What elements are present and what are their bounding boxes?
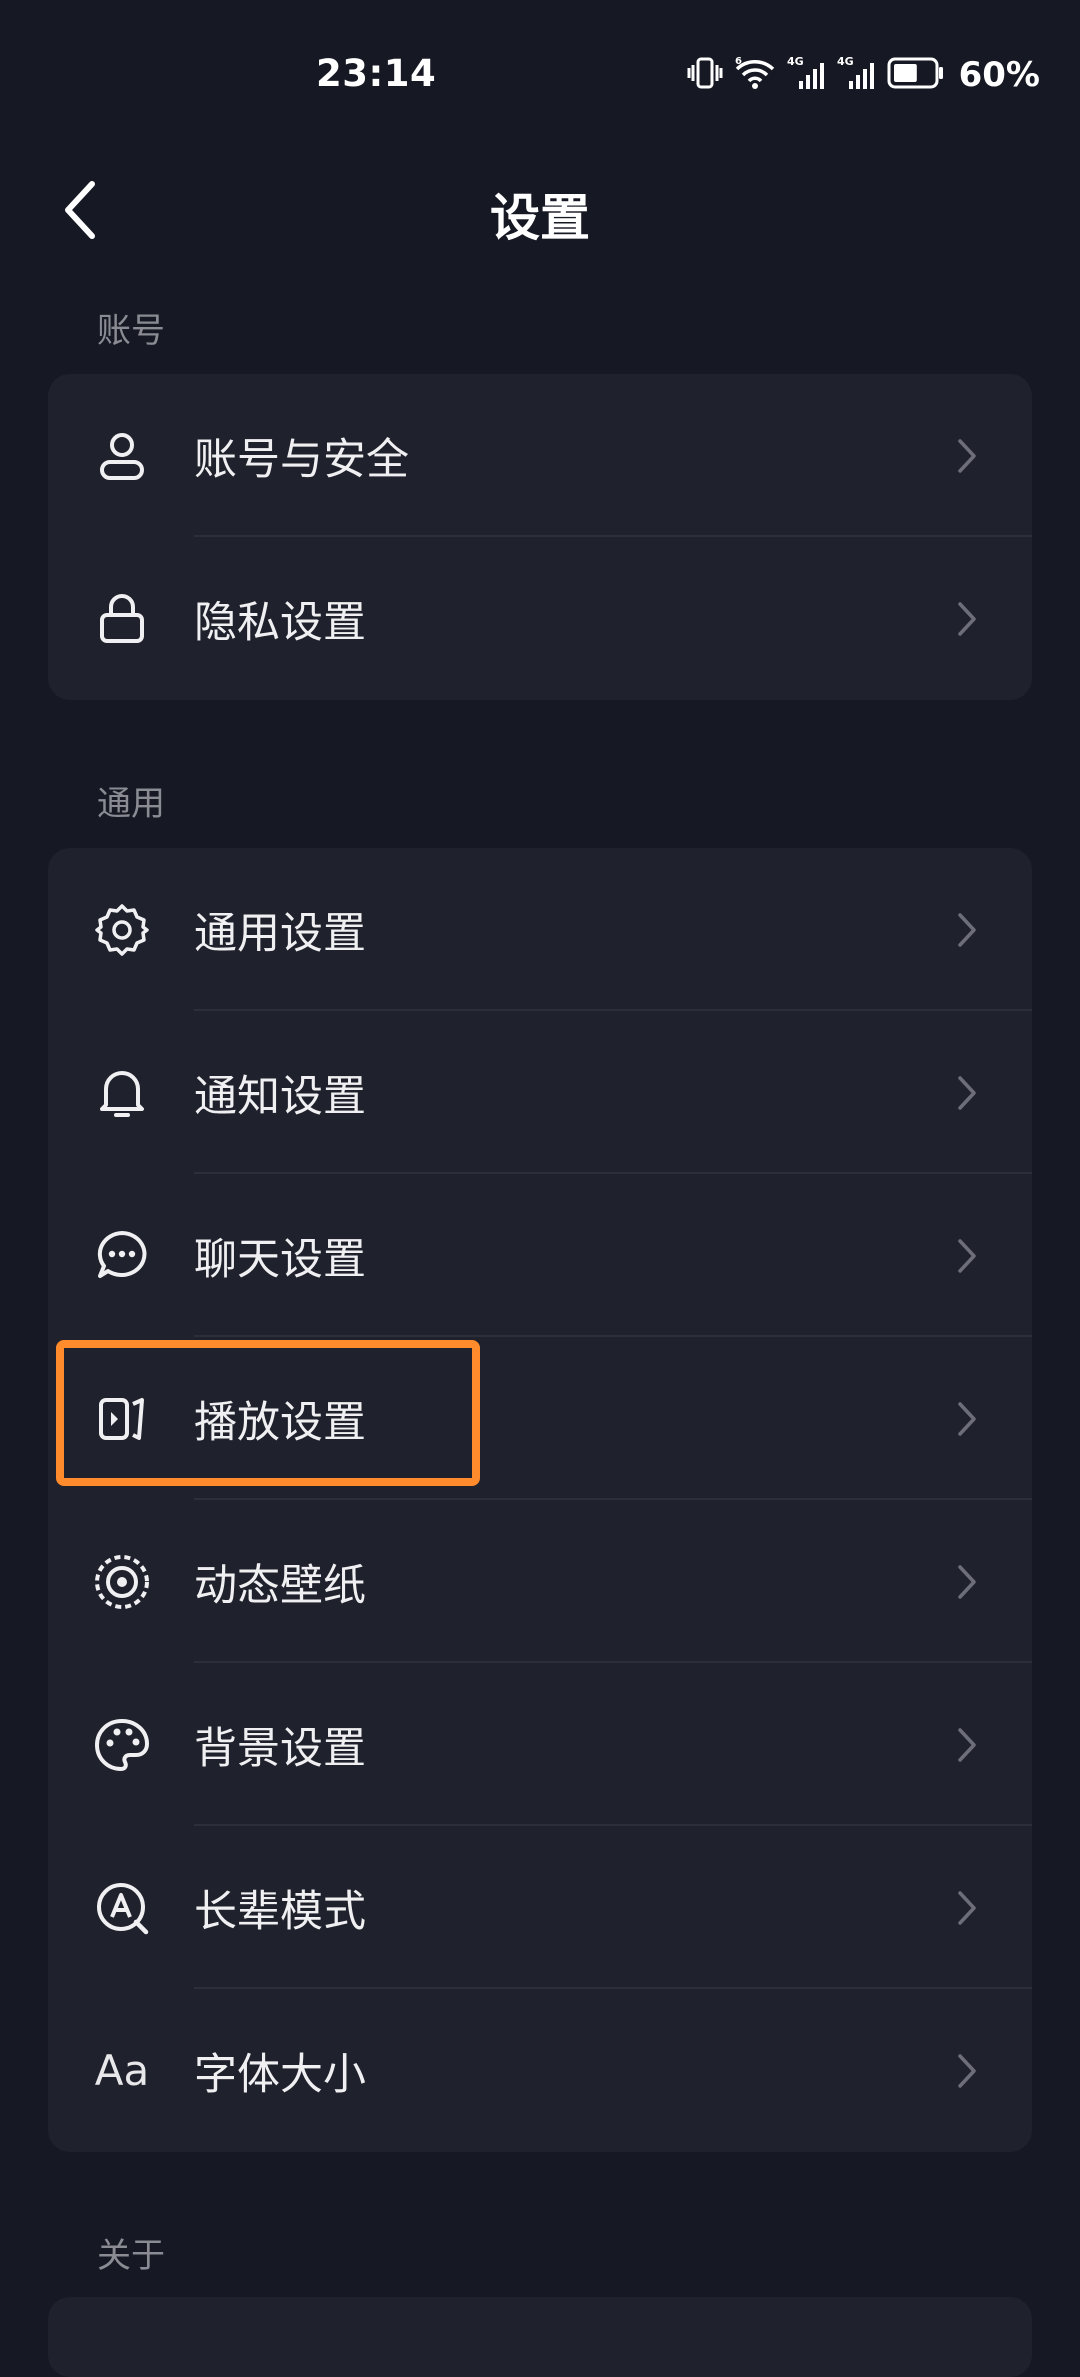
bell-icon xyxy=(92,1063,152,1123)
settings-row-label: 字体大小 xyxy=(194,2049,366,2100)
about-card xyxy=(48,2297,1032,2377)
chat-bubble-icon xyxy=(92,1226,152,1286)
settings-row-label: 动态壁纸 xyxy=(194,1560,366,1611)
chevron-right-icon xyxy=(952,1236,982,1276)
settings-row-label: 隐私设置 xyxy=(194,597,366,648)
chevron-right-icon xyxy=(952,436,982,476)
font-size-icon-text: Aa xyxy=(94,2046,150,2095)
vibrate-icon xyxy=(687,56,723,94)
battery-fill xyxy=(893,64,917,82)
chevron-right-icon xyxy=(952,1725,982,1765)
settings-row-font-size[interactable]: Aa 字体大小 xyxy=(48,1989,1032,2152)
settings-row-label: 聊天设置 xyxy=(194,1234,366,1285)
section-label-about: 关于 xyxy=(97,2236,165,2276)
signal-1-icon: 4G xyxy=(787,55,827,95)
signal-2-icon: 4G xyxy=(837,55,877,95)
live-wallpaper-icon xyxy=(92,1552,152,1612)
settings-row-label: 账号与安全 xyxy=(194,434,409,485)
chevron-right-icon xyxy=(952,1073,982,1113)
font-size-icon: Aa xyxy=(92,2041,152,2101)
account-card: 账号与安全 隐私设置 xyxy=(48,374,1032,700)
settings-row-account-security[interactable]: 账号与安全 xyxy=(48,374,1032,537)
section-label-general: 通用 xyxy=(97,784,165,824)
battery-percent: 60% xyxy=(958,55,1040,95)
page-title: 设置 xyxy=(490,189,590,247)
status-bar: 23:14 6 4G 4G 60% xyxy=(0,0,1080,150)
settings-row-label: 长辈模式 xyxy=(194,1886,366,1937)
settings-row-general[interactable]: 通用设置 xyxy=(48,848,1032,1011)
network-label-1: 4G xyxy=(787,55,804,68)
lock-icon xyxy=(92,589,152,649)
settings-row-notification[interactable]: 通知设置 xyxy=(48,1011,1032,1174)
chevron-right-icon xyxy=(952,1888,982,1928)
chevron-right-icon xyxy=(952,910,982,950)
play-settings-icon xyxy=(92,1389,152,1449)
user-icon xyxy=(92,426,152,486)
chevron-right-icon xyxy=(952,1562,982,1602)
settings-row-label: 播放设置 xyxy=(194,1397,366,1448)
nav-header: 设置 xyxy=(0,150,1080,270)
battery-icon xyxy=(887,56,945,94)
settings-row-elder-mode[interactable]: 长辈模式 xyxy=(48,1826,1032,1989)
chevron-right-icon xyxy=(952,2051,982,2091)
settings-row-background[interactable]: 背景设置 xyxy=(48,1663,1032,1826)
chevron-right-icon xyxy=(952,599,982,639)
settings-row-playback[interactable]: 播放设置 xyxy=(48,1337,1032,1500)
settings-row-label: 通知设置 xyxy=(194,1071,366,1122)
settings-row-chat[interactable]: 聊天设置 xyxy=(48,1174,1032,1337)
wifi-label: 6 xyxy=(735,56,742,67)
status-icons: 6 4G 4G 60% xyxy=(687,50,1040,100)
settings-row-live-wallpaper[interactable]: 动态壁纸 xyxy=(48,1500,1032,1663)
chevron-right-icon xyxy=(952,1399,982,1439)
palette-icon xyxy=(92,1715,152,1775)
settings-row-privacy[interactable]: 隐私设置 xyxy=(48,537,1032,700)
network-label-2: 4G xyxy=(837,55,854,68)
section-label-account: 账号 xyxy=(97,311,165,351)
settings-row-label: 通用设置 xyxy=(194,908,366,959)
wifi-icon: 6 xyxy=(733,55,777,95)
elder-mode-icon xyxy=(92,1878,152,1938)
general-card: 通用设置 通知设置 聊天设置 播放设置 动态壁纸 背景设置 长辈模式 Aa 字体… xyxy=(48,848,1032,2152)
clock: 23:14 xyxy=(316,52,437,95)
gear-icon xyxy=(92,900,152,960)
settings-row-label: 背景设置 xyxy=(194,1723,366,1774)
